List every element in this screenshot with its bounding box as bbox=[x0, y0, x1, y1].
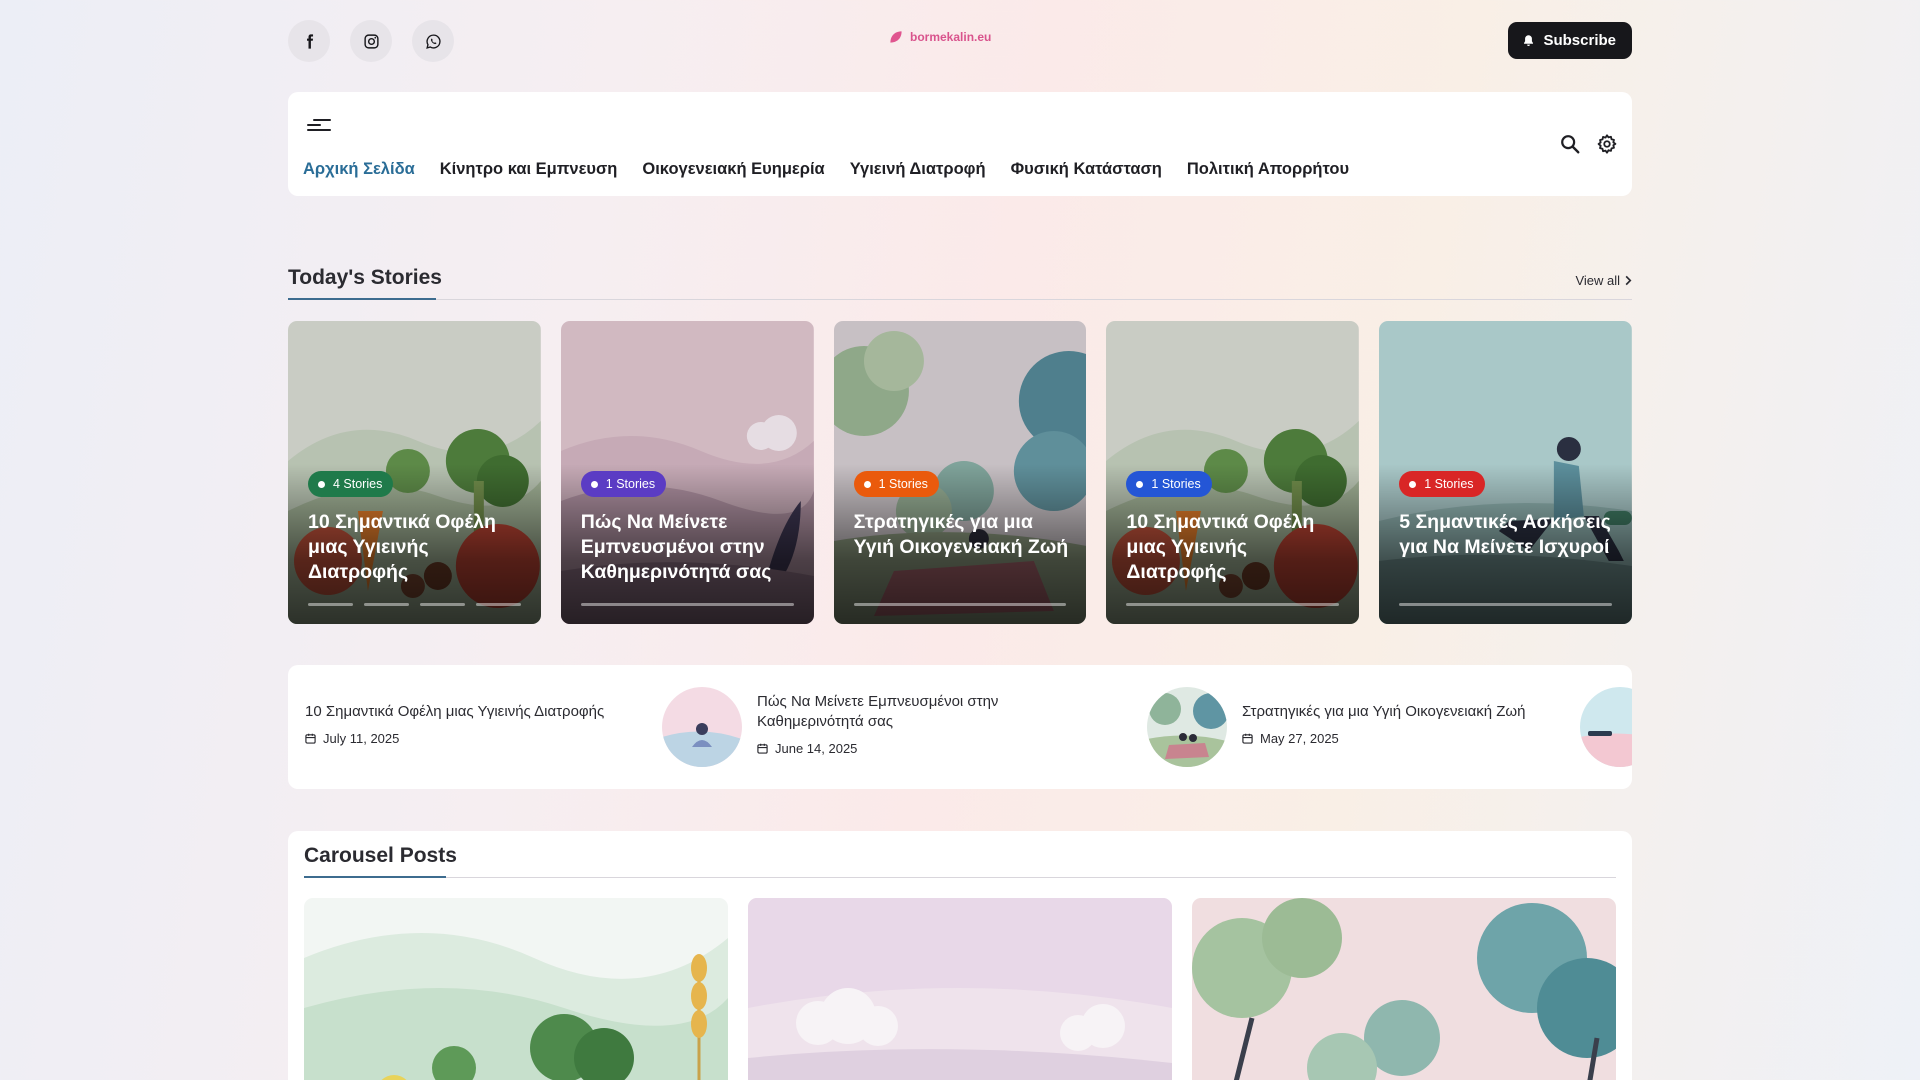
story-progress bbox=[308, 603, 521, 606]
instagram-link[interactable] bbox=[350, 20, 392, 62]
whatsapp-link[interactable] bbox=[412, 20, 454, 62]
meditation-thumbnail bbox=[662, 687, 742, 767]
story-title: 10 Σημαντικά Οφέλη μιας Υγιεινής Διατροφ… bbox=[1126, 511, 1315, 583]
logo-text: bormekalin.eu bbox=[910, 30, 992, 44]
story-count-badge: 4 Stories bbox=[308, 471, 394, 497]
ticker-post-title[interactable]: 10 Σημαντικά Οφέλη μιας Υγιεινής Διατροφ… bbox=[305, 702, 604, 722]
menu-toggle-icon[interactable] bbox=[307, 116, 331, 134]
site-logo[interactable]: bormekalin.eu bbox=[888, 29, 991, 45]
instagram-icon bbox=[363, 33, 379, 49]
ticker-post-title[interactable]: Πώς Να Μείνετε Εμπνευσμένοι στην Καθημερ… bbox=[757, 692, 1057, 732]
nav-item-family-wellbeing[interactable]: Οικογενειακή Ευημερία bbox=[642, 160, 824, 179]
leaf-logo-icon bbox=[890, 31, 902, 43]
stories-section-title: Today's Stories bbox=[288, 266, 442, 289]
story-count-badge: 1 Stories bbox=[1126, 471, 1212, 497]
carousel-posts-section: Carousel Posts bbox=[288, 831, 1632, 1080]
story-title: 10 Σημαντικά Οφέλη μιας Υγιεινής Διατροφ… bbox=[308, 511, 496, 583]
clouds-illustration bbox=[748, 898, 1172, 1080]
story-progress bbox=[853, 603, 1067, 606]
story-count-badge: 1 Stories bbox=[580, 471, 667, 497]
carousel-section-title: Carousel Posts bbox=[304, 844, 457, 867]
stories-row: 4 Stories 10 Σημαντικά Οφέλη μιας Υγιειν… bbox=[288, 321, 1632, 624]
story-card[interactable]: 1 Stories 10 Σημαντικά Οφέλη μιας Υγιειν… bbox=[1106, 321, 1360, 624]
story-count-badge: 1 Stories bbox=[1399, 471, 1485, 497]
carousel-section-header: Carousel Posts bbox=[304, 844, 1616, 878]
facebook-link[interactable] bbox=[288, 20, 330, 62]
story-card[interactable]: 1 Stories Πώς Να Μείνετε Εμπνευσμένοι στ… bbox=[560, 321, 814, 624]
story-progress bbox=[1399, 603, 1612, 606]
ticker-post-thumbnail[interactable] bbox=[1147, 687, 1227, 767]
story-progress bbox=[1126, 603, 1340, 606]
story-card[interactable]: 1 Stories Στρατηγικές για μια Υγιή Οικογ… bbox=[833, 321, 1087, 624]
search-icon[interactable] bbox=[1559, 133, 1581, 155]
ticker-post-date: July 11, 2025 bbox=[305, 731, 399, 746]
story-title: Πώς Να Μείνετε Εμπνευσμένοι στην Καθημερ… bbox=[580, 511, 772, 583]
stories-section-header: Today's Stories View all bbox=[288, 266, 1632, 300]
main-nav: Αρχική Σελίδα Κίνητρο και Εμπνευση Οικογ… bbox=[288, 92, 1632, 196]
ticker-post-title[interactable]: Στρατηγικές για μια Υγιή Οικογενειακή Ζω… bbox=[1242, 702, 1525, 722]
nav-item-healthy-diet[interactable]: Υγιεινή Διατροφή bbox=[850, 160, 986, 179]
subscribe-label: Subscribe bbox=[1543, 32, 1616, 49]
exercise-thumbnail bbox=[1580, 687, 1632, 767]
bell-icon bbox=[1524, 35, 1534, 46]
post-ticker: 10 Σημαντικά Οφέλη μιας Υγιεινής Διατροφ… bbox=[288, 665, 1632, 789]
ticker-post-thumbnail[interactable] bbox=[1580, 687, 1632, 767]
nav-item-privacy-policy[interactable]: Πολιτική Απορρήτου bbox=[1187, 160, 1349, 179]
carousel-post-card[interactable] bbox=[748, 898, 1172, 1080]
story-card[interactable]: 1 Stories 5 Σημαντικές Ασκήσεις για Να Μ… bbox=[1379, 321, 1632, 624]
view-all-label: View all bbox=[1575, 273, 1620, 288]
story-count-badge: 1 Stories bbox=[853, 471, 939, 497]
story-title: 5 Σημαντικές Ασκήσεις για Να Μείνετε Ισχ… bbox=[1399, 511, 1611, 558]
section-underline bbox=[288, 298, 436, 300]
settings-gear-icon[interactable] bbox=[1596, 133, 1618, 155]
ticker-post-thumbnail[interactable] bbox=[662, 687, 742, 767]
family-picnic-illustration bbox=[1192, 898, 1616, 1080]
family-thumbnail bbox=[1147, 687, 1227, 767]
calendar-icon bbox=[1242, 733, 1253, 744]
whatsapp-icon bbox=[425, 33, 441, 49]
chevron-right-icon bbox=[1625, 275, 1632, 286]
nav-item-home[interactable]: Αρχική Σελίδα bbox=[303, 160, 415, 179]
nav-item-fitness[interactable]: Φυσική Κατάσταση bbox=[1011, 160, 1162, 179]
facebook-icon bbox=[306, 33, 313, 49]
calendar-icon bbox=[757, 743, 768, 754]
vegetables-illustration bbox=[304, 898, 728, 1080]
story-progress bbox=[580, 603, 794, 606]
ticker-post-date: June 14, 2025 bbox=[757, 741, 857, 756]
carousel-post-card[interactable] bbox=[1192, 898, 1616, 1080]
story-card[interactable]: 4 Stories 10 Σημαντικά Οφέλη μιας Υγιειν… bbox=[288, 321, 541, 624]
calendar-icon bbox=[305, 733, 316, 744]
nav-menu: Αρχική Σελίδα Κίνητρο και Εμπνευση Οικογ… bbox=[303, 160, 1349, 179]
ticker-post-date: May 27, 2025 bbox=[1242, 731, 1339, 746]
subscribe-button[interactable]: Subscribe bbox=[1508, 22, 1632, 59]
nav-item-motivation[interactable]: Κίνητρο και Εμπνευση bbox=[440, 160, 618, 179]
carousel-post-card[interactable] bbox=[304, 898, 728, 1080]
view-all-link[interactable]: View all bbox=[1575, 273, 1632, 288]
top-bar: bormekalin.eu Subscribe bbox=[288, 20, 1632, 62]
section-underline bbox=[304, 876, 446, 878]
story-title: Στρατηγικές για μια Υγιή Οικογενειακή Ζω… bbox=[853, 511, 1069, 558]
